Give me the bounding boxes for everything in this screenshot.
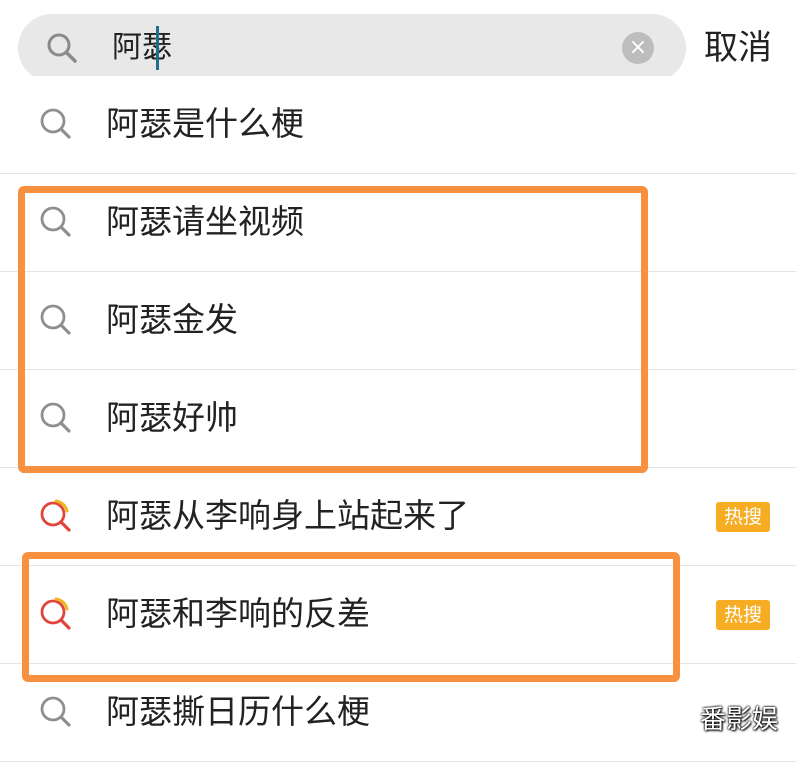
suggestion-text: 阿瑟撕日历什么梗 xyxy=(106,692,370,731)
search-icon xyxy=(47,33,77,63)
search-icon xyxy=(40,108,71,139)
suggestion-text: 阿瑟是什么梗 xyxy=(106,104,304,143)
clear-icon[interactable]: × xyxy=(622,32,654,64)
search-box[interactable]: 阿瑟 xyxy=(18,14,686,82)
search-icon xyxy=(40,696,71,727)
cancel-button[interactable]: 取消 xyxy=(704,22,772,74)
text-caret xyxy=(156,26,159,70)
highlight-box xyxy=(22,552,680,682)
hot-badge: 热搜 xyxy=(716,600,770,630)
hot-badge: 热搜 xyxy=(716,502,770,532)
suggestion-text: 阿瑟从李响身上站起来了 xyxy=(106,496,469,535)
hot-search-icon xyxy=(40,499,71,532)
search-input[interactable]: 阿瑟 xyxy=(112,28,172,68)
highlight-box xyxy=(18,186,648,473)
suggestion-item[interactable]: 阿瑟是什么梗 xyxy=(0,76,796,174)
watermark: 番影娱 xyxy=(700,705,779,735)
